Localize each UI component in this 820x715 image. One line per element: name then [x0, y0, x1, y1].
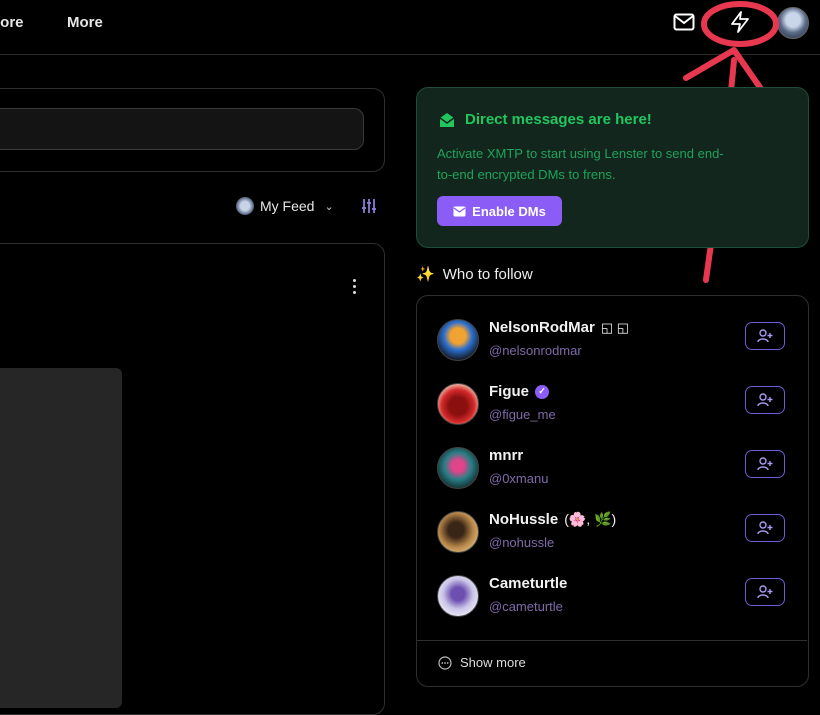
messages-button[interactable] — [672, 11, 696, 33]
sparkles-icon: ✨ — [416, 266, 435, 283]
dm-banner-title: Direct messages are here! — [465, 111, 652, 128]
mail-icon — [673, 13, 695, 31]
profile-name[interactable]: NoHussle — [489, 511, 558, 528]
feed-avatar — [236, 197, 254, 215]
avatar[interactable] — [437, 575, 479, 617]
nav-explore-link[interactable]: lore — [0, 14, 24, 31]
feed-selector[interactable]: My Feed ⌄ — [236, 197, 334, 215]
avatar[interactable] — [437, 447, 479, 489]
profile-name[interactable]: Figue — [489, 383, 529, 400]
verified-badge-icon: ✓ — [535, 384, 549, 399]
who-to-follow-heading-row: ✨ Who to follow — [416, 265, 533, 284]
profile-handle[interactable]: @0xmanu — [489, 471, 548, 486]
user-plus-icon — [757, 585, 773, 599]
chevron-down-icon: ⌄ — [324, 200, 334, 213]
search-input[interactable] — [0, 108, 364, 150]
profile-row[interactable]: mnrr @0xmanu — [437, 447, 797, 491]
follow-button[interactable] — [745, 450, 785, 478]
follow-button[interactable] — [745, 322, 785, 350]
user-avatar-button[interactable] — [777, 7, 809, 39]
follow-button[interactable] — [745, 578, 785, 606]
profile-name[interactable]: NelsonRodMar — [489, 319, 595, 336]
profile-row[interactable]: NelsonRodMar ◱ ◱ @nelsonrodmar — [437, 319, 797, 363]
nav-more-link[interactable]: More — [67, 14, 103, 31]
user-plus-icon — [757, 329, 773, 343]
divider — [417, 640, 807, 641]
feed-selector-label: My Feed — [260, 198, 315, 214]
post-media[interactable] — [0, 368, 122, 708]
dm-banner-text: Activate XMTP to start using Lenster to … — [437, 146, 724, 182]
profile-row[interactable]: NoHussle (🌸, 🌿) @nohussle — [437, 511, 797, 555]
profile-handle[interactable]: @figue_me — [489, 407, 556, 422]
show-more-button[interactable]: Show more — [438, 655, 526, 670]
notifications-button[interactable] — [728, 10, 752, 34]
filter-icon — [362, 199, 376, 213]
more-circle-icon — [438, 655, 452, 670]
kebab-icon[interactable] — [349, 279, 359, 297]
profile-name-suffix: ◱ ◱ — [600, 319, 630, 335]
profile-handle[interactable]: @nohussle — [489, 535, 554, 550]
profile-row[interactable]: Cameturtle @cameturtle — [437, 575, 797, 619]
follow-button[interactable] — [745, 386, 785, 414]
mail-icon — [453, 206, 466, 216]
avatar[interactable] — [437, 319, 479, 361]
enable-dms-label: Enable DMs — [472, 203, 546, 219]
profile-name[interactable]: Cameturtle — [489, 575, 567, 592]
avatar[interactable] — [437, 383, 479, 425]
top-navbar: lore More — [0, 0, 820, 55]
enable-dms-button[interactable]: Enable DMs — [437, 196, 562, 226]
user-plus-icon — [757, 393, 773, 407]
who-to-follow-heading: Who to follow — [442, 265, 533, 283]
profile-handle[interactable]: @nelsonrodmar — [489, 343, 582, 358]
profile-handle[interactable]: @cameturtle — [489, 599, 563, 614]
follow-button[interactable] — [745, 514, 785, 542]
show-more-label: Show more — [460, 655, 526, 670]
user-plus-icon — [757, 457, 773, 471]
profile-row[interactable]: Figue ✓ @figue_me — [437, 383, 797, 427]
profile-name-suffix: (🌸, 🌿) — [564, 511, 617, 527]
user-plus-icon — [757, 521, 773, 535]
avatar[interactable] — [437, 511, 479, 553]
lightning-icon — [731, 11, 749, 33]
envelope-open-icon — [438, 111, 456, 134]
profile-name[interactable]: mnrr — [489, 447, 523, 464]
feed-filter-button[interactable] — [360, 197, 378, 220]
